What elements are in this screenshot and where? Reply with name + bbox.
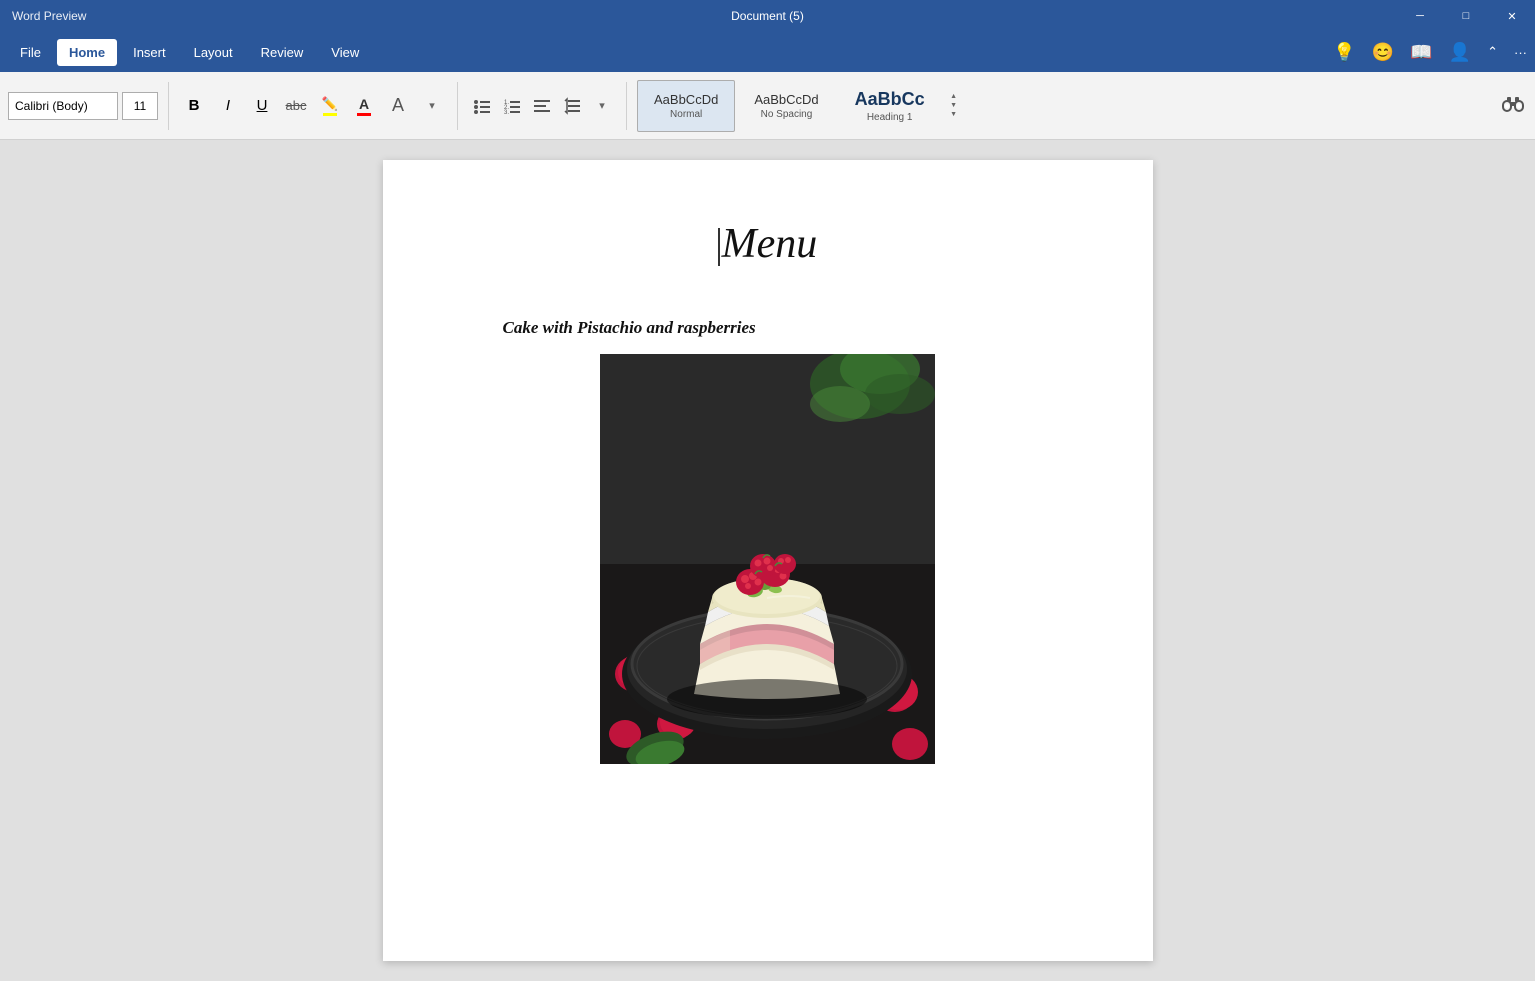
bold-button[interactable]: B [179, 92, 209, 120]
align-icon [533, 97, 551, 115]
menu-bar: File Home Insert Layout Review View 💡 😊 … [0, 32, 1535, 72]
font-color-button[interactable]: A [349, 92, 379, 120]
find-button[interactable] [1499, 89, 1527, 123]
smiley-icon[interactable]: 😊 [1372, 42, 1394, 63]
binoculars-icon [1499, 89, 1527, 117]
more-options-icon[interactable]: ··· [1514, 45, 1527, 60]
document-subtitle[interactable]: Cake with Pistachio and raspberries [503, 318, 756, 338]
line-spacing-icon [563, 97, 581, 115]
font-effects-button[interactable]: A [383, 92, 413, 120]
font-size-box[interactable]: 11 [122, 92, 158, 120]
no-spacing-style-preview: AaBbCcDd [754, 92, 818, 107]
menu-view[interactable]: View [319, 39, 371, 66]
no-spacing-style-label: No Spacing [761, 109, 813, 120]
strikethrough-button[interactable]: abc [281, 92, 311, 120]
numbering-icon: 1. 2. 3. [503, 97, 521, 115]
numbering-button[interactable]: 1. 2. 3. [498, 92, 526, 120]
book-icon[interactable]: 📖 [1410, 42, 1432, 63]
maximize-button[interactable]: □ [1443, 0, 1489, 32]
more-font-dropdown[interactable]: ▾ [417, 92, 447, 120]
close-button[interactable]: ✕ [1489, 0, 1535, 32]
italic-button[interactable]: I [213, 92, 243, 120]
style-no-spacing-button[interactable]: AaBbCcDd No Spacing [737, 80, 835, 132]
document-title[interactable]: Menu [718, 221, 818, 267]
font-color-icon: A [357, 96, 371, 116]
highlight-color-bar [323, 113, 337, 116]
highlight-button[interactable]: ✏️ [315, 92, 345, 120]
menu-home[interactable]: Home [57, 39, 117, 66]
app-title: Word Preview [12, 9, 86, 23]
svg-text:3.: 3. [504, 110, 509, 115]
ribbon: Calibri (Body) 11 B I U abc ✏️ A A ▾ [0, 72, 1535, 140]
document-title: Document (5) [731, 9, 804, 23]
bullets-icon [473, 97, 491, 115]
style-normal-button[interactable]: AaBbCcDd Normal [637, 80, 735, 132]
document-page: Menu Cake with Pistachio and raspberries [383, 160, 1153, 961]
font-name-value: Calibri (Body) [15, 99, 88, 113]
font-name-box[interactable]: Calibri (Body) [8, 92, 118, 120]
ribbon-collapse-icon[interactable]: ⌃ [1487, 44, 1498, 60]
normal-style-preview: AaBbCcDd [654, 92, 718, 107]
menu-insert[interactable]: Insert [121, 39, 178, 66]
style-heading1-button[interactable]: AaBbCc Heading 1 [838, 80, 942, 132]
ribbon-divider-3 [626, 82, 627, 130]
ribbon-divider-2 [457, 82, 458, 130]
font-effects-icon: A [392, 95, 404, 116]
person-icon[interactable]: 👤 [1449, 42, 1471, 63]
menu-layout[interactable]: Layout [182, 39, 245, 66]
menu-right-icons: 💡 😊 📖 👤 ⌃ ··· [1333, 42, 1527, 63]
styles-group: AaBbCcDd Normal AaBbCcDd No Spacing AaBb… [637, 80, 964, 132]
strikethrough-label: abc [286, 98, 307, 113]
menu-review[interactable]: Review [249, 39, 316, 66]
bullets-button[interactable] [468, 92, 496, 120]
document-title-container: Menu [718, 220, 818, 268]
cake-image [600, 354, 935, 764]
heading1-style-label: Heading 1 [867, 112, 913, 123]
styles-dropdown-button[interactable]: ▲ ▼ ▼ [944, 80, 964, 132]
align-button[interactable] [528, 92, 556, 120]
text-cursor [718, 228, 720, 266]
font-color-bar [357, 113, 371, 116]
line-spacing-button[interactable] [558, 92, 586, 120]
menu-file[interactable]: File [8, 39, 53, 66]
ribbon-divider-1 [168, 82, 169, 130]
lightbulb-icon[interactable]: 💡 [1333, 42, 1355, 63]
paragraph-more-button[interactable]: ▾ [588, 92, 616, 120]
document-area: Menu Cake with Pistachio and raspberries [0, 140, 1535, 981]
paragraph-group: 1. 2. 3. ▾ [468, 92, 616, 120]
title-bar: Word Preview Document (5) ─ □ ✕ [0, 0, 1535, 32]
normal-style-label: Normal [670, 109, 702, 120]
underline-button[interactable]: U [247, 92, 277, 120]
font-size-value: 11 [134, 99, 146, 113]
window-controls: ─ □ ✕ [1397, 0, 1535, 32]
heading1-style-preview: AaBbCc [855, 89, 925, 110]
highlight-icon: ✏️ [322, 96, 338, 116]
minimize-button[interactable]: ─ [1397, 0, 1443, 32]
cake-image-container [600, 354, 935, 764]
more-styles-icon: ▲ ▼ ▼ [948, 91, 959, 120]
